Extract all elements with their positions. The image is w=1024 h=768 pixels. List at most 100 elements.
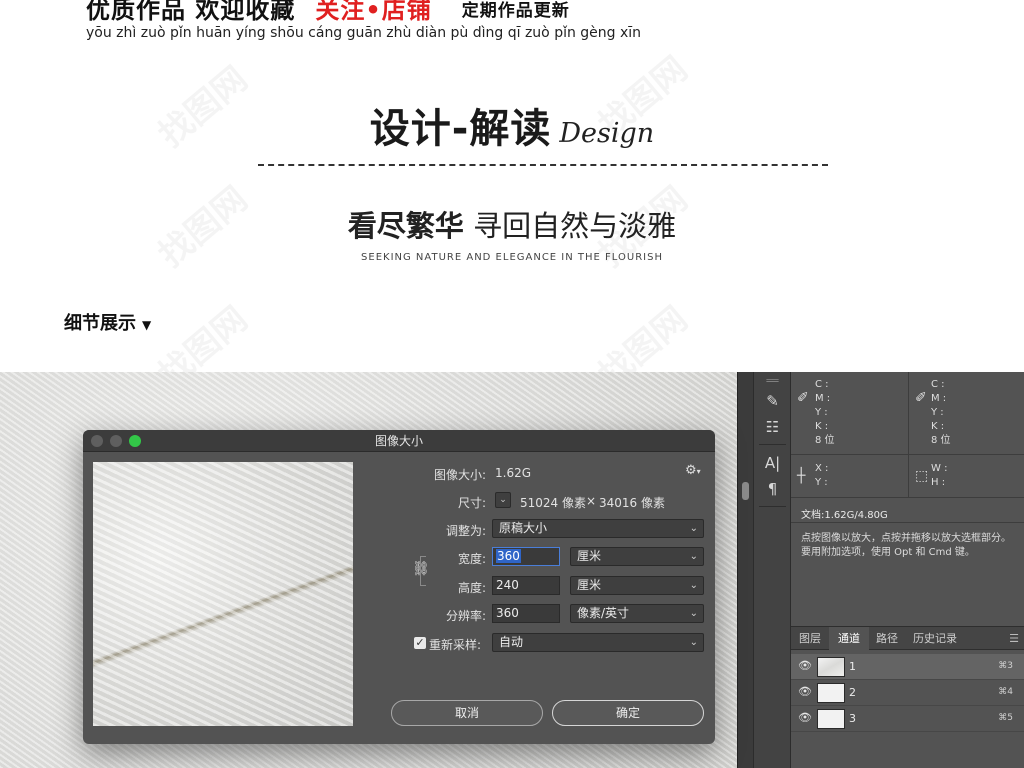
pinyin-line: yōu zhì zuò pǐn huān yíng shōu cáng guān… [86, 25, 642, 41]
grip-icon: ══ [766, 376, 779, 387]
paragraph-icon[interactable]: ¶ [754, 480, 791, 498]
resolution-input[interactable]: 360 [492, 604, 560, 623]
brush-icon[interactable]: ✎ [754, 392, 791, 410]
width-unit-select[interactable]: 厘米 ⌄ [570, 547, 704, 566]
panel-menu-icon[interactable]: ☰ [1009, 627, 1019, 651]
divider [791, 454, 1024, 455]
height-input[interactable]: 240 [492, 576, 560, 595]
chevron-down-icon: ⌄ [689, 523, 698, 534]
height-unit-select[interactable]: 厘米 ⌄ [570, 576, 704, 595]
subtitle: 看尽繁华 寻回自然与淡雅 [0, 203, 1024, 245]
photoshop-workspace: 图像大小 图像大小: 1.62G ⚙▾ 尺寸: ⌄ 51024 像素 × 340… [0, 372, 1024, 768]
divider [759, 506, 786, 507]
width-value: 360 [496, 549, 521, 563]
eyedropper-icon[interactable]: ✐ [797, 390, 809, 406]
resample-label: 重新采样: [429, 638, 482, 652]
character-icon[interactable]: A| [754, 454, 791, 472]
resolution-label: 分辨率: [445, 609, 486, 623]
tab-history[interactable]: 历史记录 [905, 627, 965, 651]
fit-to-select[interactable]: 原稿大小 ⌄ [492, 519, 704, 538]
dialog-title: 图像大小 [374, 434, 423, 448]
height-label: 高度: [457, 581, 486, 595]
dimensions-width: 51024 像素 [520, 496, 586, 510]
resample-select[interactable]: 自动 ⌄ [492, 633, 704, 652]
channel-row[interactable]: 👁 2 ⌘4 [791, 680, 1024, 706]
chevron-down-icon: ⌄ [689, 551, 698, 562]
follow-store-link[interactable]: 关注•店铺 [315, 0, 431, 24]
headline-update: 定期作品更新 [461, 1, 570, 21]
channel-shortcut: ⌘5 [998, 713, 1013, 723]
resolution-unit-value: 像素/英寸 [577, 606, 630, 620]
dialog-titlebar[interactable]: 图像大小 [83, 430, 715, 452]
design-title: 设计-解读 Design [0, 96, 1024, 154]
cmyk-readout-left: C : M : Y : K : 8 位 [815, 379, 835, 446]
brush-presets-icon[interactable]: ☷ [754, 418, 791, 436]
tab-layers[interactable]: 图层 [791, 627, 829, 651]
promo-banner: 找图网 找图网 找图网 找图网 找图网 找图网 优质作品 欢迎收藏关注•店铺定期… [0, 0, 1024, 372]
ok-button[interactable]: 确定 [552, 700, 704, 726]
selection-size-icon: ⬚ [915, 468, 929, 484]
image-size-dialog: 图像大小 图像大小: 1.62G ⚙▾ 尺寸: ⌄ 51024 像素 × 340… [83, 430, 715, 744]
dimensions-times: × [586, 494, 597, 508]
tab-channels[interactable]: 通道 [829, 627, 869, 651]
panel-icon-column: ══ ✎ ☷ A| ¶ [753, 372, 790, 768]
fit-to-label: 调整为: [445, 524, 486, 538]
fit-to-value: 原稿大小 [499, 521, 548, 535]
detail-label-text: 细节展示 [64, 313, 136, 334]
dimensions-label: 尺寸: [457, 496, 486, 510]
headline: 优质作品 欢迎收藏 关注•店铺 定期作品更新 [86, 0, 570, 25]
width-label: 宽度: [457, 552, 486, 566]
resolution-unit-select[interactable]: 像素/英寸 ⌄ [570, 604, 704, 623]
channel-row[interactable]: 👁 3 ⌘5 [791, 706, 1024, 732]
divider [759, 444, 786, 445]
design-title-cn: 设计-解读 [369, 106, 552, 152]
height-unit-value: 厘米 [577, 578, 602, 592]
image-size-label: 图像大小: [433, 468, 486, 482]
watermark: 找图网 [146, 293, 256, 372]
design-title-en: Design [559, 118, 655, 149]
scroll-grip[interactable] [742, 482, 749, 500]
minimize-window-button[interactable] [110, 435, 122, 447]
cancel-button[interactable]: 取消 [391, 700, 543, 726]
wh-readout: W : H : [931, 463, 948, 488]
subtitle-rest: 寻回自然与淡雅 [463, 209, 677, 243]
detail-section-label: 细节展示 ▼ [64, 309, 151, 335]
channel-thumbnail [817, 709, 845, 729]
channel-row[interactable]: 👁 1 ⌘3 [791, 654, 1024, 680]
eye-icon[interactable]: 👁 [798, 685, 812, 698]
gear-icon[interactable]: ⚙▾ [685, 463, 701, 478]
channel-shortcut: ⌘3 [998, 661, 1013, 671]
panel-gutter [737, 372, 753, 768]
divider [791, 497, 1024, 498]
divider [908, 372, 909, 497]
subtitle-bold: 看尽繁华 [347, 209, 464, 243]
chevron-down-icon: ⌄ [689, 637, 698, 648]
divider [791, 522, 1024, 523]
dashed-divider [258, 164, 828, 166]
tab-paths[interactable]: 路径 [869, 627, 905, 651]
image-size-value: 1.62G [495, 466, 532, 480]
chevron-down-icon[interactable]: ⌄ [495, 492, 511, 508]
panel-tabs: 图层 通道 路径 历史记录 ☰ [791, 626, 1024, 651]
chevron-down-icon: ⌄ [689, 580, 698, 591]
resample-value: 自动 [499, 635, 524, 649]
resample-checkbox[interactable]: ✓ [414, 637, 426, 649]
close-window-button[interactable] [91, 435, 103, 447]
document-size: 文档:1.62G/4.80G [801, 510, 888, 521]
channel-thumbnail [817, 657, 845, 677]
right-panels: ✐ C : M : Y : K : 8 位 ✐ C : M : Y : K : … [790, 372, 1024, 768]
channel-name: 1 [849, 660, 856, 673]
info-panel: ✐ C : M : Y : K : 8 位 ✐ C : M : Y : K : … [791, 372, 1024, 498]
preview-texture-overlay [93, 462, 353, 726]
channel-name: 2 [849, 686, 856, 699]
triangle-down-icon: ▼ [142, 318, 152, 332]
eye-icon[interactable]: 👁 [798, 711, 812, 724]
channel-shortcut: ⌘4 [998, 687, 1013, 697]
zoom-hint: 点按图像以放大，点按并拖移以放大选框部分。要用附加选项，使用 Opt 和 Cmd… [801, 533, 1011, 558]
eyedropper-icon[interactable]: ✐ [915, 390, 927, 406]
eye-icon[interactable]: 👁 [798, 659, 812, 672]
zoom-window-button[interactable] [129, 435, 141, 447]
width-input[interactable]: 360 [492, 547, 560, 566]
chevron-down-icon: ⌄ [689, 608, 698, 619]
image-preview[interactable] [93, 462, 353, 726]
